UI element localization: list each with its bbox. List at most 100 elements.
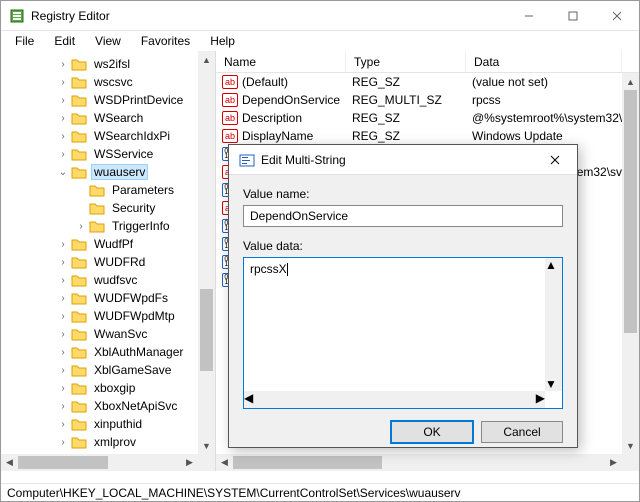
textarea-vscroll[interactable]: ▲ ▼ <box>545 258 562 391</box>
dialog-close-button[interactable] <box>535 146 575 174</box>
cell-type: REG_SZ <box>352 75 472 89</box>
tree-node[interactable]: › xinputhid <box>1 415 215 433</box>
tree-node[interactable]: ›xmlprov <box>1 433 215 451</box>
list-header: Name Type Data <box>216 51 639 73</box>
tree-node-label: xinputhid <box>91 416 145 432</box>
tree-node-label: wscsvc <box>91 74 136 90</box>
scroll-left-icon[interactable]: ◀ <box>1 454 18 471</box>
col-name[interactable]: Name <box>216 51 346 72</box>
folder-icon <box>71 381 87 395</box>
tree-node[interactable]: ›WUDFWpdFs <box>1 289 215 307</box>
value-name-input[interactable] <box>243 205 563 227</box>
folder-icon <box>71 111 87 125</box>
list-row[interactable]: ab(Default)REG_SZ(value not set) <box>216 73 639 91</box>
close-button[interactable] <box>595 1 639 31</box>
chevron-right-icon[interactable]: › <box>57 130 69 142</box>
scroll-right-icon[interactable]: ▶ <box>605 454 622 471</box>
folder-icon <box>71 291 87 305</box>
string-value-icon: ab <box>222 110 238 126</box>
chevron-right-icon[interactable]: › <box>57 148 69 160</box>
chevron-right-icon[interactable]: › <box>57 256 69 268</box>
tree-node[interactable]: ›XboxNetApiSvc <box>1 397 215 415</box>
value-name-label: Value name: <box>243 187 563 201</box>
app-icon <box>9 8 25 24</box>
folder-icon <box>89 219 105 233</box>
tree-vscroll[interactable]: ▲ ▼ <box>198 51 215 454</box>
scroll-left-icon[interactable]: ◀ <box>216 454 233 471</box>
chevron-right-icon[interactable]: › <box>57 346 69 358</box>
chevron-right-icon[interactable]: › <box>57 382 69 394</box>
cancel-button[interactable]: Cancel <box>481 421 563 443</box>
menubar: File Edit View Favorites Help <box>1 31 639 51</box>
tree-node[interactable]: ›WSearch <box>1 109 215 127</box>
tree-node[interactable]: ›WSDPrintDevice <box>1 91 215 109</box>
chevron-right-icon[interactable]: › <box>57 310 69 322</box>
menu-help[interactable]: Help <box>202 32 243 50</box>
scroll-right-icon[interactable]: ▶ <box>181 454 198 471</box>
chevron-right-icon[interactable]: › <box>57 94 69 106</box>
scroll-right-icon[interactable]: ▶ <box>536 391 545 408</box>
ok-button[interactable]: OK <box>391 421 473 443</box>
tree-node[interactable]: ›Security <box>1 199 215 217</box>
chevron-right-icon[interactable]: › <box>57 292 69 304</box>
tree-node[interactable]: › wscsvc <box>1 73 215 91</box>
scroll-up-icon[interactable]: ▲ <box>198 51 215 68</box>
tree-node[interactable]: ›WSearchIdxPi <box>1 127 215 145</box>
tree-node[interactable]: ›xboxgip <box>1 379 215 397</box>
tree-node[interactable]: › XblGameSave <box>1 361 215 379</box>
chevron-right-icon[interactable]: › <box>57 238 69 250</box>
titlebar: Registry Editor <box>1 1 639 31</box>
tree-node[interactable]: ›WSService <box>1 145 215 163</box>
chevron-right-icon[interactable]: › <box>57 400 69 412</box>
col-data[interactable]: Data <box>466 51 622 72</box>
tree-node-label: wuauserv <box>91 164 148 180</box>
tree-node[interactable]: ›WudfPf <box>1 235 215 253</box>
menu-edit[interactable]: Edit <box>46 32 83 50</box>
dialog-titlebar: Edit Multi-String <box>229 145 577 175</box>
dialog-title: Edit Multi-String <box>261 153 535 167</box>
chevron-right-icon[interactable]: › <box>57 76 69 88</box>
maximize-button[interactable] <box>551 1 595 31</box>
tree-node[interactable]: ›TriggerInfo <box>1 217 215 235</box>
textarea-hscroll[interactable]: ◀ ▶ <box>244 391 545 408</box>
tree-node[interactable]: ›WwanSvc <box>1 325 215 343</box>
chevron-right-icon[interactable]: › <box>57 328 69 340</box>
menu-file[interactable]: File <box>7 32 42 50</box>
chevron-right-icon[interactable]: › <box>57 274 69 286</box>
chevron-right-icon[interactable]: › <box>57 58 69 70</box>
cell-data: Windows Update <box>472 129 639 143</box>
chevron-right-icon[interactable]: › <box>57 112 69 124</box>
tree-node[interactable]: ⌄ wuauserv <box>1 163 215 181</box>
scroll-up-icon[interactable]: ▲ <box>545 258 562 272</box>
list-vscroll[interactable]: ▲ ▼ <box>622 73 639 454</box>
scroll-down-icon[interactable]: ▼ <box>622 437 639 454</box>
col-type[interactable]: Type <box>346 51 466 72</box>
tree-hscroll[interactable]: ◀ ▶ <box>1 454 198 471</box>
tree-node[interactable]: ›XblAuthManager <box>1 343 215 361</box>
minimize-button[interactable] <box>507 1 551 31</box>
tree-node-label: Parameters <box>109 182 177 198</box>
tree-node[interactable]: ›wudfsvc <box>1 271 215 289</box>
chevron-right-icon[interactable]: › <box>75 220 87 232</box>
list-row[interactable]: abDescriptionREG_SZ@%systemroot%\system3… <box>216 109 639 127</box>
value-data-textarea[interactable]: rpcssX <box>243 257 563 409</box>
chevron-right-icon[interactable]: › <box>57 436 69 448</box>
scroll-up-icon[interactable]: ▲ <box>622 73 639 90</box>
list-hscroll[interactable]: ◀ ▶ <box>216 454 622 471</box>
scroll-down-icon[interactable]: ▼ <box>198 437 215 454</box>
tree-node[interactable]: ›WUDFRd <box>1 253 215 271</box>
edit-multistring-dialog: Edit Multi-String Value name: Value data… <box>228 144 578 448</box>
tree-node[interactable]: ›Parameters <box>1 181 215 199</box>
list-row[interactable]: abDisplayNameREG_SZWindows Update <box>216 127 639 145</box>
chevron-right-icon[interactable]: › <box>57 418 69 430</box>
menu-view[interactable]: View <box>87 32 129 50</box>
menu-favorites[interactable]: Favorites <box>133 32 198 50</box>
scroll-left-icon[interactable]: ◀ <box>244 391 253 408</box>
tree-node[interactable]: ›WUDFWpdMtp <box>1 307 215 325</box>
chevron-down-icon[interactable]: ⌄ <box>57 166 69 178</box>
tree-node-label: XblGameSave <box>91 362 174 378</box>
tree-node[interactable]: ›ws2ifsl <box>1 55 215 73</box>
list-row[interactable]: abDependOnServiceREG_MULTI_SZrpcss <box>216 91 639 109</box>
chevron-right-icon[interactable]: › <box>57 364 69 376</box>
scroll-down-icon[interactable]: ▼ <box>545 377 562 391</box>
